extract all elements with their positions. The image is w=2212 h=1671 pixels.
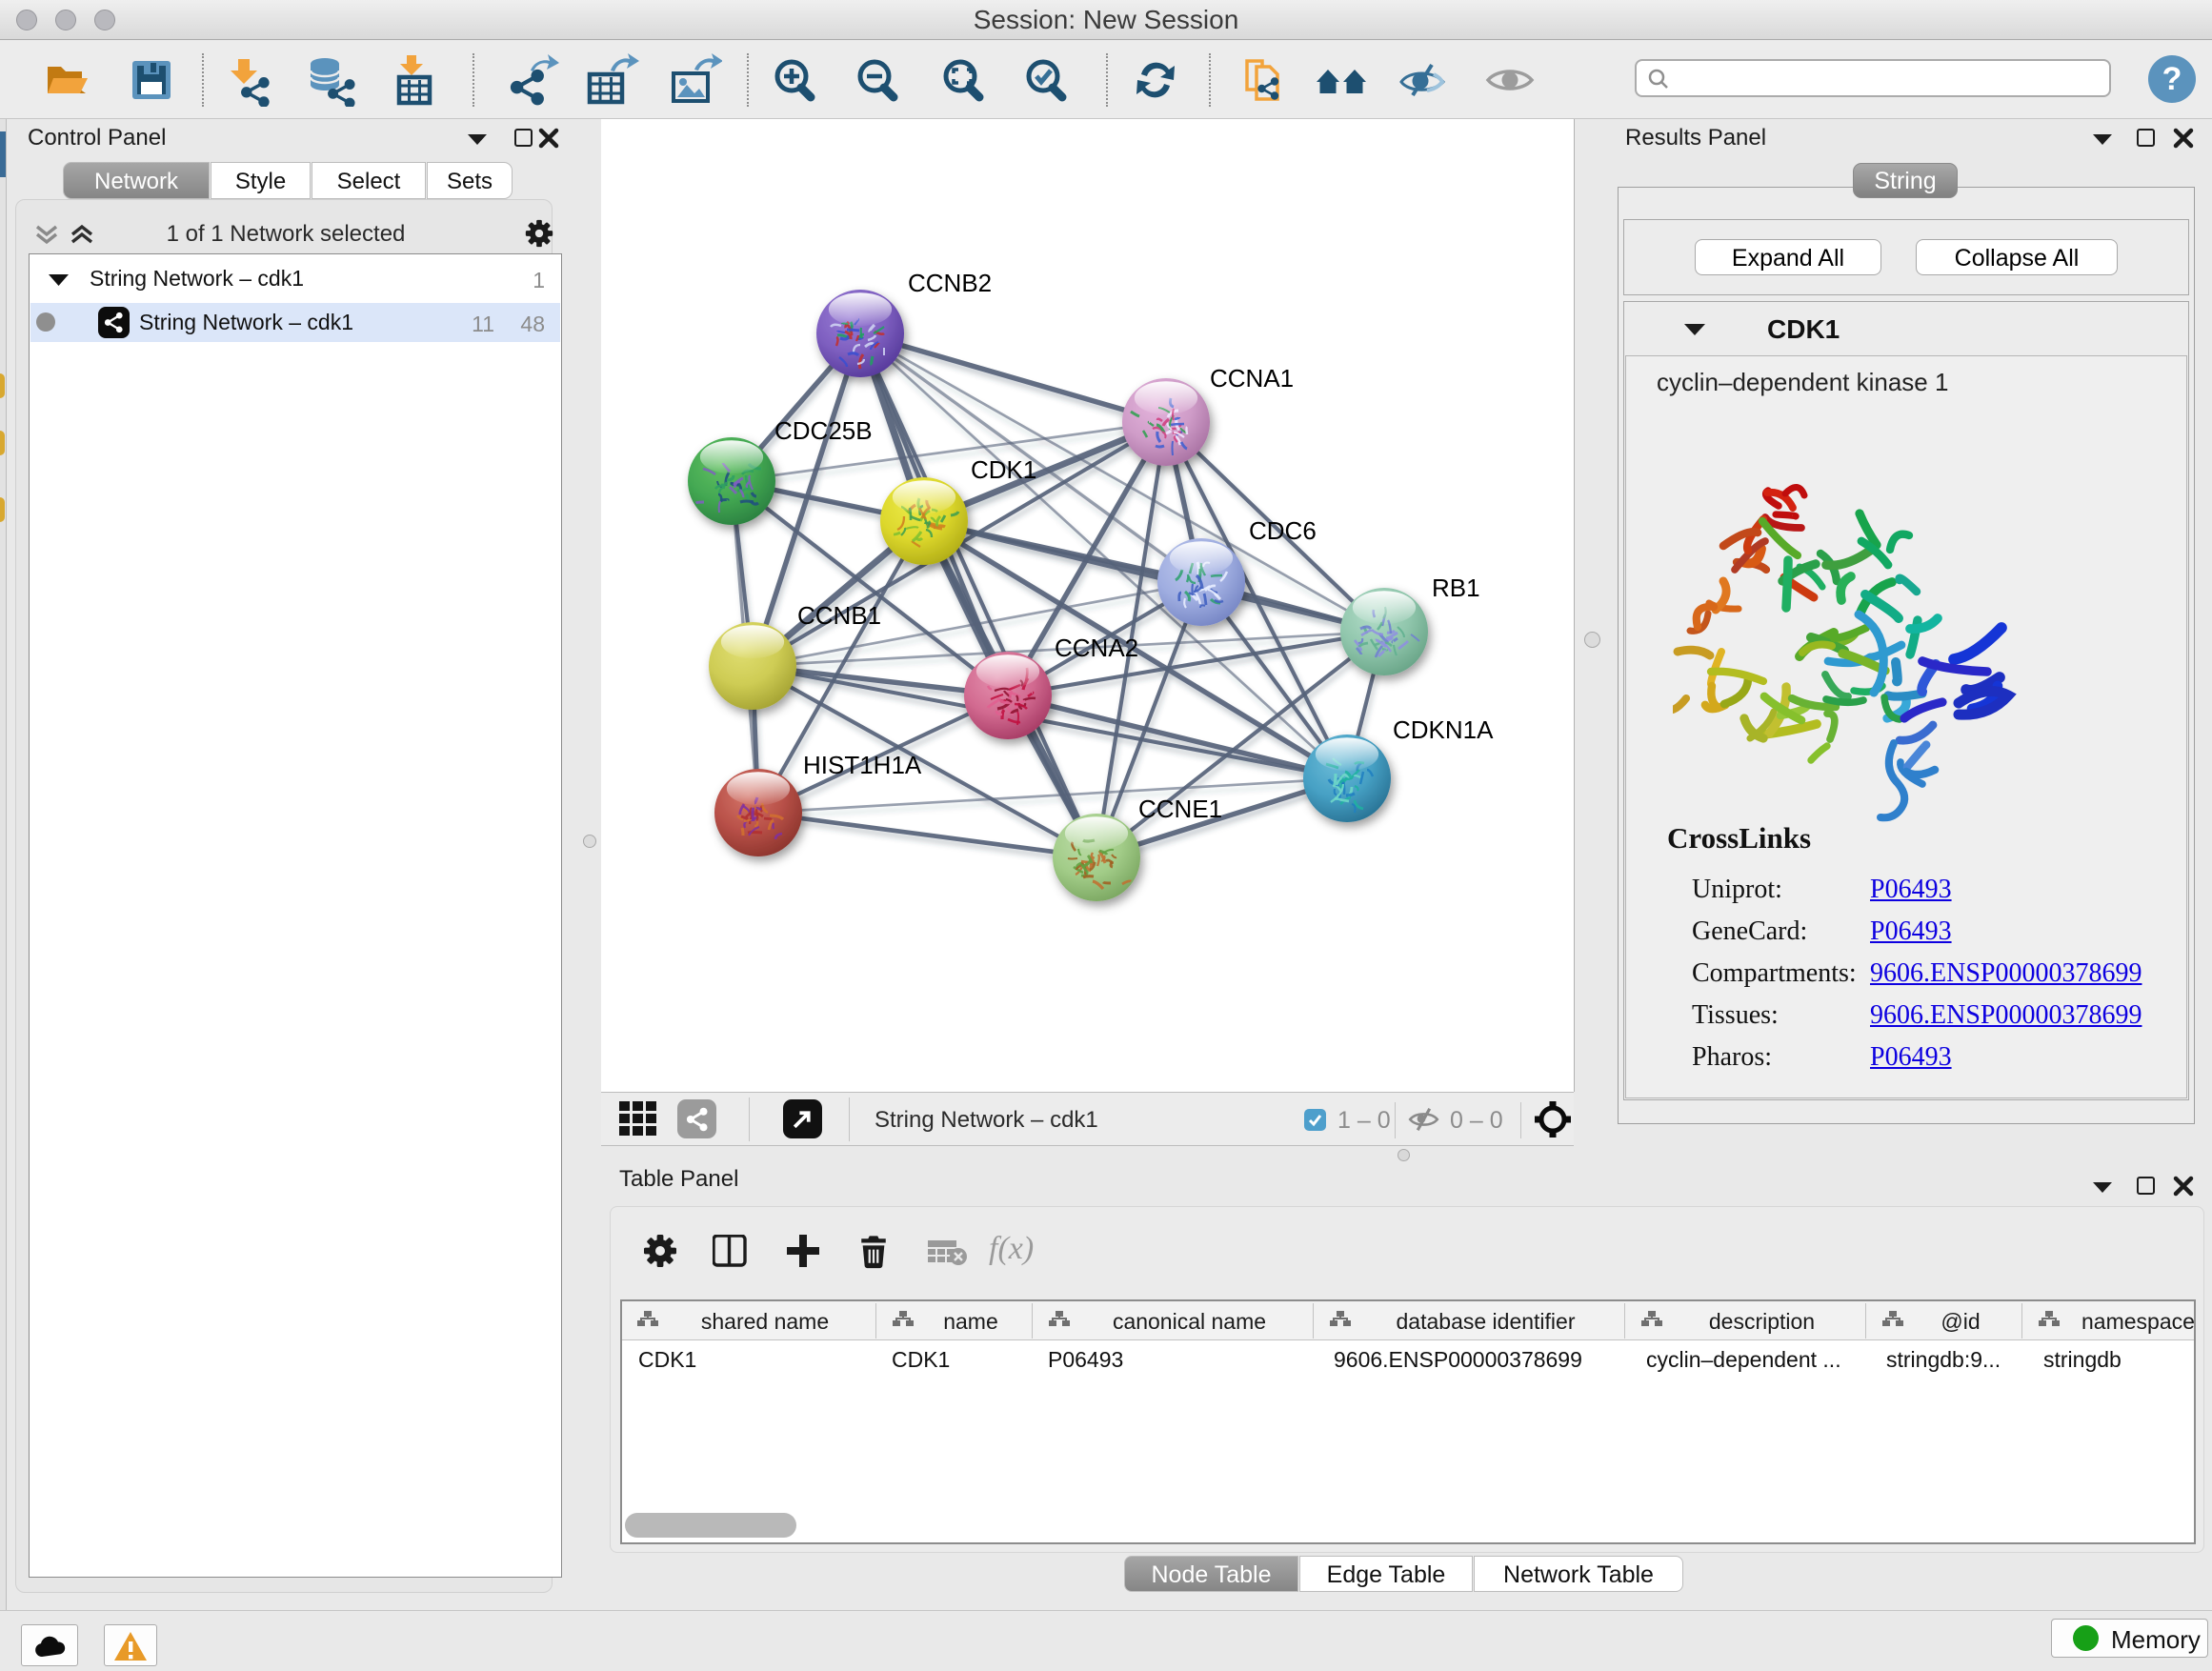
svg-text:CCNB1: CCNB1 — [797, 601, 881, 630]
svg-text:RB1: RB1 — [1432, 574, 1480, 602]
svg-text:CCNB2: CCNB2 — [908, 269, 992, 297]
svg-text:CCNE1: CCNE1 — [1138, 795, 1222, 823]
svg-text:HIST1H1A: HIST1H1A — [803, 751, 922, 779]
svg-text:CCNA2: CCNA2 — [1055, 634, 1138, 662]
svg-text:CDKN1A: CDKN1A — [1393, 715, 1494, 744]
svg-text:CCNA1: CCNA1 — [1210, 364, 1294, 393]
svg-text:CDC25B: CDC25B — [774, 416, 873, 445]
svg-text:CDK1: CDK1 — [971, 455, 1036, 484]
svg-text:CDC6: CDC6 — [1249, 516, 1317, 545]
